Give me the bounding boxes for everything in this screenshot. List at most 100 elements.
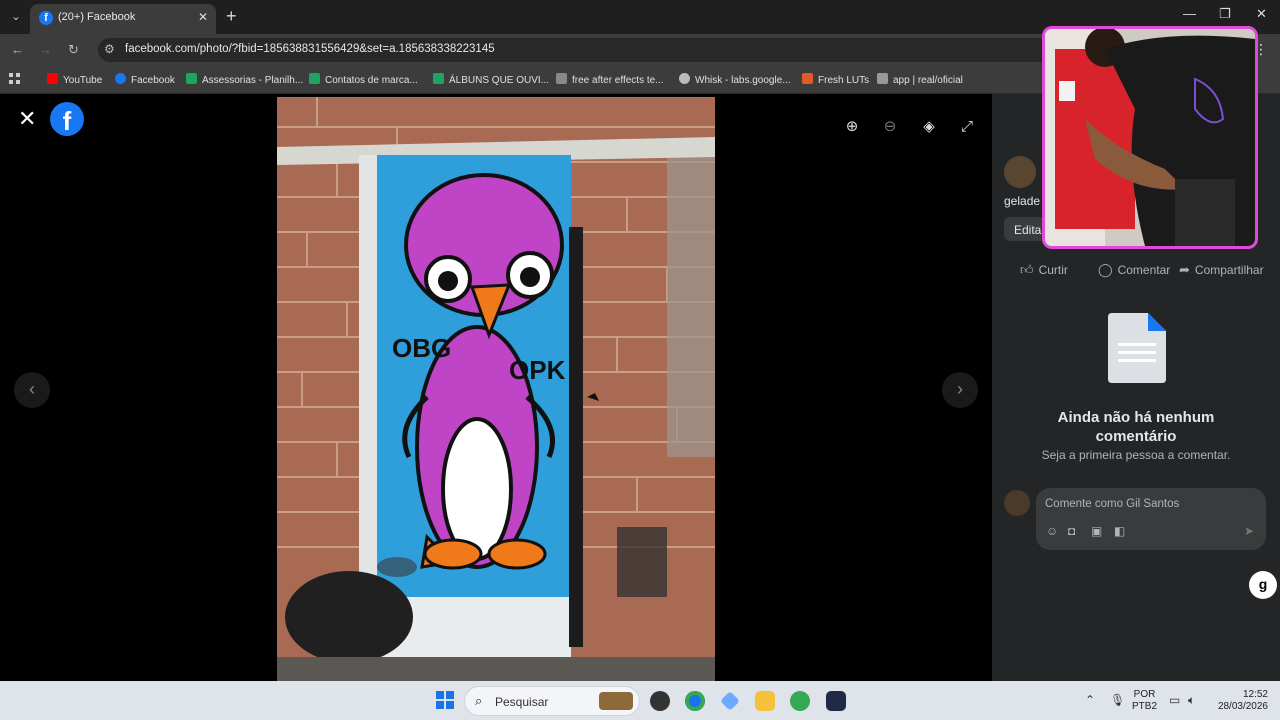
whisk-icon (679, 73, 690, 84)
post-actions: 👍︎ Curtir ◯ Comentar ➦ Compartilhar (992, 258, 1280, 282)
webcam-overlay (1042, 26, 1258, 249)
forward-arrow-icon[interactable]: → (39, 42, 52, 57)
bookmark-facebook[interactable]: Facebook (115, 73, 175, 86)
taskbar-app-icon[interactable] (650, 691, 670, 711)
bookmark-label: Assessorias - Planilh... (202, 75, 304, 86)
windows-start-icon[interactable] (436, 691, 454, 709)
back-arrow-icon[interactable]: ← (11, 42, 24, 57)
clock[interactable]: 12:52 28/03/2026 (1212, 689, 1268, 713)
bookmark-label: Fresh LUTs (818, 75, 870, 86)
play-icon (877, 73, 888, 84)
bookmark-label: YouTube (63, 75, 103, 86)
facebook-logo-icon[interactable]: f (50, 102, 84, 136)
sticker-icon[interactable]: ◧ (1114, 524, 1125, 538)
thumbs-up-icon: 👍︎ (1020, 262, 1034, 277)
photo-image: OBG OPK (277, 97, 715, 681)
photo: OBG OPK (277, 97, 715, 681)
bookmark-app-real[interactable]: app | real/oficial (877, 73, 963, 86)
bookmark-whisk[interactable]: Whisk - labs.google... (679, 73, 791, 86)
bookmark-label: Whisk - labs.google... (695, 75, 791, 86)
user-avatar[interactable] (1004, 490, 1030, 516)
emoji-icon[interactable]: ☺ (1046, 524, 1058, 538)
author-name[interactable]: gelade (1004, 194, 1040, 208)
taskbar-app-icon-2[interactable] (720, 691, 740, 711)
link-icon (556, 73, 567, 84)
like-label: Curtir (1038, 263, 1068, 277)
reload-icon[interactable]: ↻ (68, 42, 79, 58)
tab-title: (20+) Facebook (58, 11, 136, 23)
bookmark-fresh-luts[interactable]: Fresh LUTs (802, 73, 869, 86)
taskbar: ⌕ Pesquisar ⌃ 🎙︎ POR PTB2 ▭ 🔈︎ 12:52 28/… (0, 681, 1280, 720)
taskbar-app-icon-3[interactable] (826, 691, 846, 711)
bookmark-label: app | real/oficial (893, 75, 963, 86)
zoom-out-icon[interactable]: ⊖ (877, 114, 903, 140)
language-top: POR (1133, 689, 1156, 700)
bookmark-albuns[interactable]: ÁLBUNS QUE OUVI... (433, 73, 549, 86)
next-photo-button[interactable]: › (942, 372, 978, 408)
like-button[interactable]: 👍︎ Curtir (1020, 262, 1068, 278)
clock-date: 28/03/2026 (1217, 701, 1268, 712)
site-info-icon[interactable]: ⚙ (104, 42, 115, 56)
bookmark-label: Facebook (131, 75, 175, 86)
file-explorer-icon[interactable] (755, 691, 775, 711)
webcam-image (1045, 29, 1255, 246)
tab-close-icon[interactable]: ✕ (198, 10, 208, 24)
camera-icon[interactable]: ◘ (1068, 524, 1075, 538)
language-indicator[interactable]: POR PTB2 (1132, 689, 1157, 713)
bookmark-youtube[interactable]: YouTube (47, 73, 102, 86)
bookmark-assessorias[interactable]: Assessorias - Planilh... (186, 73, 303, 86)
share-button[interactable]: ➦ Compartilhar (1179, 262, 1264, 278)
minimize-button[interactable]: — (1183, 6, 1196, 21)
microphone-icon[interactable]: 🎙︎ (1110, 693, 1125, 707)
tab-facebook[interactable]: f (20+) Facebook ✕ (30, 4, 216, 34)
comment-button[interactable]: ◯ Comentar (1098, 262, 1170, 278)
language-bottom: PTB2 (1132, 701, 1158, 712)
window-close-button[interactable]: ✕ (1256, 6, 1267, 22)
tag-icon[interactable]: ◈ (916, 114, 942, 140)
comment-bubble-icon: ◯ (1098, 262, 1113, 277)
author-avatar[interactable] (1004, 156, 1036, 188)
graffiti-left-text: OBG (392, 333, 451, 363)
luts-icon (802, 73, 813, 84)
send-icon[interactable]: ➤ (1244, 524, 1254, 538)
grammarly-icon[interactable]: g (1249, 571, 1277, 599)
facebook-icon (115, 73, 126, 84)
network-icon[interactable]: ▭ (1169, 693, 1180, 707)
photo-viewer: ✕ f OBG OPK ⊕ ⊖ ◈ ⤢ ‹ › (0, 94, 992, 681)
sheets-icon (186, 73, 197, 84)
bookmark-label: Contatos de marca... (325, 75, 418, 86)
tab-search-button[interactable]: ⌄ (6, 7, 26, 27)
chrome-icon[interactable] (685, 691, 705, 711)
zoom-in-icon[interactable]: ⊕ (839, 114, 865, 140)
sheets-icon (309, 73, 320, 84)
comment-label: Comentar (1117, 263, 1171, 277)
bookmark-contatos[interactable]: Contatos de marca... (309, 73, 418, 86)
fullscreen-icon[interactable]: ⤢ (954, 114, 980, 140)
address-bar[interactable]: ⚙ facebook.com/photo/?fbid=1856388315564… (98, 38, 1058, 62)
taskbar-search[interactable]: ⌕ Pesquisar (464, 686, 640, 716)
new-tab-button[interactable]: + (226, 6, 237, 27)
clock-time: 12:52 (1242, 689, 1268, 700)
facebook-favicon-icon: f (39, 11, 53, 25)
bookmark-after-effects[interactable]: free after effects te... (556, 73, 664, 86)
youtube-icon (47, 73, 58, 84)
chrome-profile-icon[interactable] (790, 691, 810, 711)
close-icon[interactable]: ✕ (18, 106, 36, 132)
bookmark-label: ÁLBUNS QUE OUVI... (449, 75, 550, 86)
comment-placeholder: Comente como Gil Santos (1045, 498, 1180, 510)
comment-input[interactable]: Comente como Gil Santos ☺ ◘ ▣ ◧ ➤ (1036, 488, 1266, 550)
search-label: Pesquisar (495, 695, 549, 709)
sheets-icon (433, 73, 444, 84)
gif-icon[interactable]: ▣ (1091, 524, 1102, 538)
bookmark-label: free after effects te... (572, 75, 664, 86)
search-icon: ⌕ (475, 693, 483, 708)
previous-photo-button[interactable]: ‹ (14, 372, 50, 408)
volume-icon[interactable]: 🔈︎ (1188, 693, 1195, 708)
show-hidden-icons[interactable]: ⌃ (1085, 693, 1095, 707)
restore-button[interactable]: ❐ (1219, 6, 1231, 22)
graffiti-right-text: OPK (509, 355, 566, 385)
document-icon (1108, 313, 1166, 383)
no-comments-subtitle: Seja a primeira pessoa a comentar. (1041, 448, 1231, 462)
url-text: facebook.com/photo/?fbid=185638831556429… (125, 43, 495, 55)
apps-grid-icon[interactable] (9, 73, 21, 85)
